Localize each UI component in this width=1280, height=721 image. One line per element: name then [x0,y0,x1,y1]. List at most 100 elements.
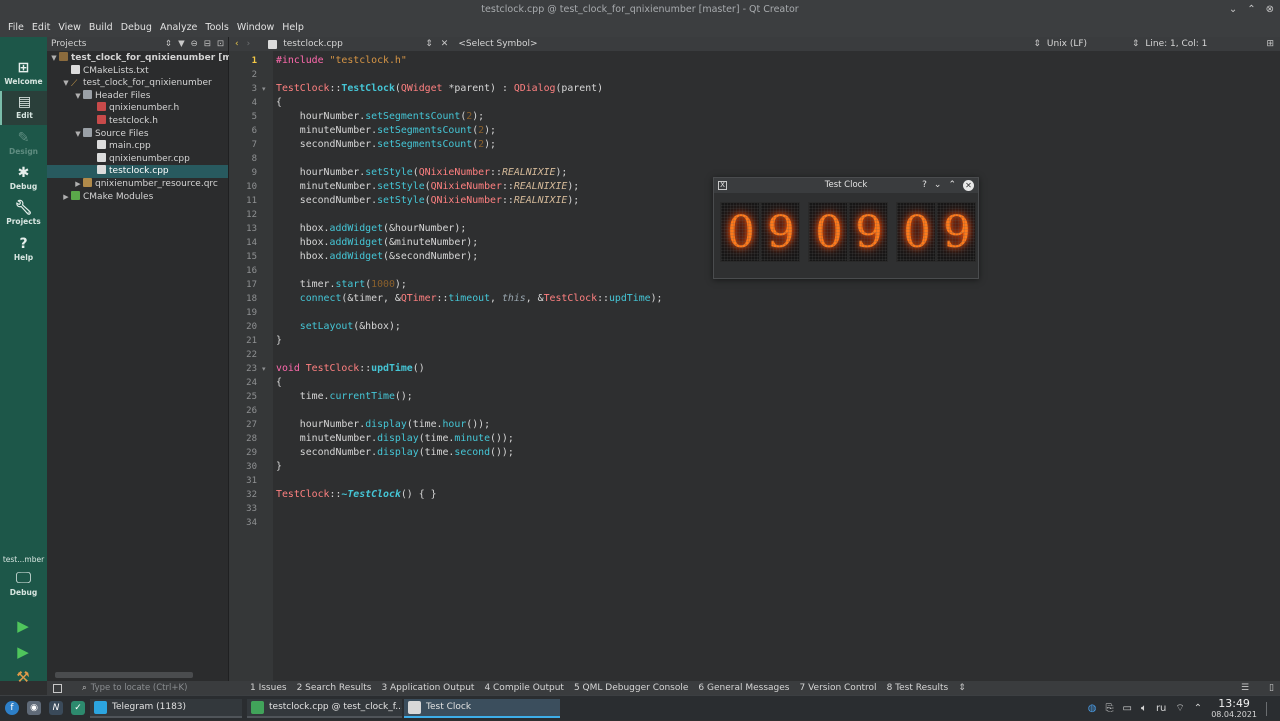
progress-details-icon[interactable]: ☰ [1241,683,1249,693]
tube-mesh [849,203,887,261]
volume-icon[interactable]: 🔈︎ [1141,703,1147,714]
tray-expand-icon[interactable]: ⌃ [1194,703,1202,714]
expand-arrow-icon[interactable]: ▼ [61,77,71,90]
menu-debug[interactable]: Debug [117,19,156,37]
clipboard-icon[interactable]: ⎘ [1105,703,1113,714]
menu-build[interactable]: Build [85,19,117,37]
dialog-maximize-icon[interactable]: ⌃ [948,178,956,193]
line-ending-selector[interactable]: Unix (LF) [1047,39,1132,49]
fold-marker-icon[interactable]: ▾ [262,82,266,96]
code-text[interactable]: #include "testclock.h" TestClock::TestCl… [276,51,662,500]
run-button[interactable]: ▶ [12,617,34,637]
minimize-icon[interactable]: ⌄ [1229,0,1237,19]
close-panel-icon[interactable]: ⊡ [217,39,224,49]
menu-file[interactable]: File [4,19,28,37]
mode-welcome[interactable]: ⊞ Welcome [0,57,47,91]
updates-icon[interactable]: ◍ [1088,703,1097,714]
toggle-sidebar-icon[interactable] [53,683,62,693]
close-document-icon[interactable]: ✕ [441,39,449,49]
kit-selector[interactable]: test...mber 🖵 Debug [0,555,47,597]
test-clock-dialog[interactable]: X Test Clock ? ⌄ ⌃ ✕ 0 9 0 9 0 9 [713,177,979,279]
tab-compile-output[interactable]: 4 Compile Output [484,683,564,693]
back-arrow-icon[interactable]: ‹ [235,39,239,49]
tab-qml-debugger-console[interactable]: 5 QML Debugger Console [574,683,688,693]
expand-arrow-icon[interactable]: ▼ [73,90,83,103]
mode-help-label: Help [13,253,34,262]
tab-application-output[interactable]: 3 Application Output [381,683,474,693]
fedora-launcher-icon[interactable]: f [5,701,19,715]
discord-icon[interactable]: ◉ [27,701,41,715]
task-telegram[interactable]: Telegram (1183) [90,699,242,718]
tab-search-results[interactable]: 2 Search Results [297,683,372,693]
dialog-help-icon[interactable]: ? [922,178,927,193]
scroll-thumb[interactable] [55,672,193,678]
mode-help[interactable]: ? Help [0,233,47,267]
dialog-minimize-icon[interactable]: ⌄ [934,178,942,193]
tree-item-target[interactable]: ▼ ⟋ test_clock_for_qnixienumber [47,77,228,90]
tree-item-qnixienumber-cpp[interactable]: qnixienumber.cpp [47,153,228,166]
task-test-clock[interactable]: Test Clock [404,699,560,718]
show-desktop-icon[interactable] [1266,701,1272,716]
dialog-close-icon[interactable]: ✕ [963,180,974,191]
expand-arrow-icon[interactable]: ▼ [73,128,83,141]
task-qtcreator[interactable]: testclock.cpp @ test_clock_f... [247,699,402,718]
menu-view[interactable]: View [54,19,85,37]
project-view-selector[interactable]: Projects [51,39,86,49]
mode-debug[interactable]: ✱ Debug [0,162,47,196]
menu-analyze[interactable]: Analyze [156,19,201,37]
link-icon[interactable]: ⊖ [191,39,198,49]
debug-run-button[interactable]: ▶ [12,643,34,663]
tree-item-testclock-h[interactable]: testclock.h [47,115,228,128]
qtcreator-launcher-icon[interactable]: ✓ [71,701,85,715]
tab-general-messages[interactable]: 6 General Messages [698,683,789,693]
code-editor[interactable]: 1 2 3 ▾ 4 5 6 7 8 9 10 11 12 13 14 15 16 … [229,51,1280,681]
tab-version-control[interactable]: 7 Version Control [799,683,876,693]
close-icon[interactable]: ⊗ [1266,0,1274,19]
tab-issues[interactable]: 1 Issues [250,683,287,693]
project-hscrollbar[interactable] [47,671,228,679]
toggle-output-icon[interactable]: ▯ [1269,683,1274,693]
symbol-chooser-icon[interactable]: ⇕ [1033,39,1041,49]
filter-icon[interactable]: ▼ [178,39,185,49]
tab-test-results[interactable]: 8 Test Results [887,683,949,693]
keyboard-layout[interactable]: ru [1156,703,1166,714]
menu-help[interactable]: Help [278,19,308,37]
tree-item-testclock-cpp[interactable]: testclock.cpp [47,165,228,178]
tree-item-main-cpp[interactable]: main.cpp [47,140,228,153]
split-icon[interactable]: ⊟ [204,39,211,49]
tree-item-project-root[interactable]: ▼ test_clock_for_qnixienumber [m [47,52,232,65]
clock[interactable]: 13:49 08.04.2021 [1211,698,1257,720]
more-tabs-icon[interactable]: ⇕ [958,683,966,693]
mode-projects[interactable]: 🔧︎ Projects [0,197,47,231]
battery-icon[interactable]: ▭ [1122,703,1131,714]
cursor-position[interactable]: Line: 1, Col: 1 [1145,39,1207,49]
tree-item-header-files[interactable]: ▼ Header Files [47,90,228,103]
tree-item-cmakelists[interactable]: CMakeLists.txt [47,65,228,78]
tree-item-source-files[interactable]: ▼ Source Files [47,128,228,141]
maximize-icon[interactable]: ⌃ [1247,0,1255,19]
tree-item-qnixienumber-h[interactable]: qnixienumber.h [47,102,228,115]
tree-item-resource-qrc[interactable]: ▶ qnixienumber_resource.qrc [47,178,228,191]
tree-item-cmake-modules[interactable]: ▶ CMake Modules [47,191,228,204]
updown-icon[interactable]: ⇕ [165,39,172,49]
line-ending-chooser-icon[interactable]: ⇕ [1132,39,1140,49]
collapsed-arrow-icon[interactable]: ▶ [61,191,71,204]
dialog-titlebar[interactable]: X Test Clock ? ⌄ ⌃ ✕ [714,178,978,193]
menu-edit[interactable]: Edit [28,19,54,37]
mode-design[interactable]: ✎ Design [0,127,47,161]
forward-arrow-icon[interactable]: › [247,39,251,49]
collapsed-arrow-icon[interactable]: ▶ [73,178,83,191]
symbol-selector[interactable]: <Select Symbol> [458,39,1033,49]
document-chooser-icon[interactable]: ⇕ [425,39,433,49]
build-button[interactable]: ⚒ [12,668,34,688]
open-document-selector[interactable]: testclock.cpp [283,39,433,49]
fold-marker-icon[interactable]: ▾ [262,362,266,376]
wifi-icon[interactable]: ⌔ [1175,702,1184,715]
menu-window[interactable]: Window [233,19,278,37]
expand-arrow-icon[interactable]: ▼ [49,52,59,65]
terminal-icon[interactable]: N [49,701,63,715]
mode-edit[interactable]: ▤ Edit [0,91,47,125]
locator-field[interactable]: ⌕ Type to locate (Ctrl+K) [82,682,240,694]
menu-tools[interactable]: Tools [201,19,232,37]
split-editor-icon[interactable]: ⊞ [1266,39,1274,49]
